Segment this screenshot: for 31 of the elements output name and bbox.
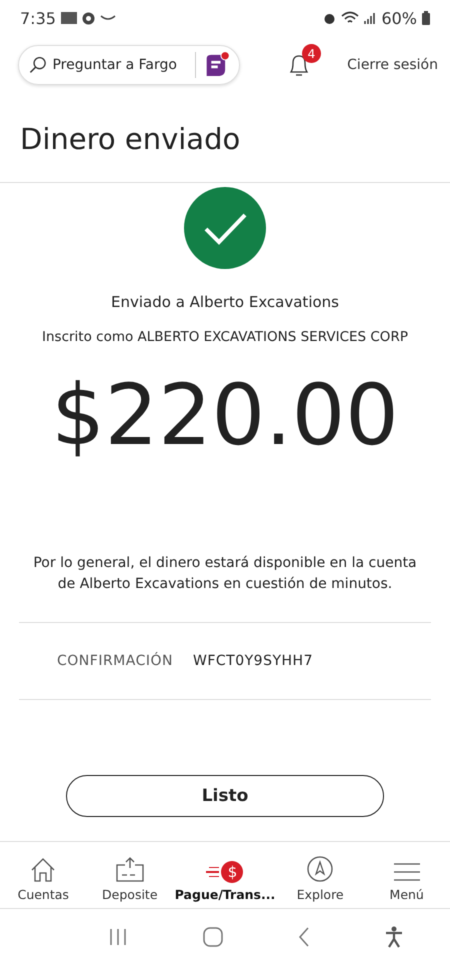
amount-text: $220.00: [51, 369, 399, 462]
logout-link[interactable]: Cierre sesión: [347, 57, 438, 73]
menu-icon: [392, 861, 421, 883]
nav-tab[interactable]: Deposite: [86, 842, 174, 908]
recipient-text: Enviado a Alberto Excavations: [111, 293, 339, 311]
back-icon[interactable]: [298, 927, 310, 947]
wifi-icon: [341, 11, 360, 25]
smile-icon: [100, 15, 116, 21]
search-icon: [29, 55, 48, 75]
status-time: 7:35: [20, 8, 56, 28]
search-bar[interactable]: Preguntar a Fargo: [18, 45, 240, 85]
confirmation-label: CONFIRMACIÓN: [57, 652, 173, 669]
registered-name-text: Inscrito como ALBERTO EXCAVATIONS SERVICES CORP: [42, 329, 408, 345]
confirmation-code: WFCT0Y9SYHH7: [192, 652, 313, 669]
nav-tab[interactable]: Cuentas: [0, 842, 87, 908]
page-title: Dinero enviado: [0, 94, 450, 183]
signal-icon: [364, 12, 376, 24]
notification-badge: 4: [302, 44, 321, 63]
availability-note: Por lo general, el dinero estará disponible en la cuenta de Alberto Excavations en cuestión de minutos.: [32, 554, 418, 594]
compass-icon: [306, 855, 334, 883]
battery-percent: 60%: [381, 8, 417, 28]
nav-tab[interactable]: Explore: [276, 842, 364, 908]
recent-apps-icon[interactable]: [108, 928, 128, 946]
accessibility-icon[interactable]: [384, 926, 402, 948]
done-button[interactable]: Listo: [66, 774, 384, 817]
nav-tab[interactable]: Menú: [363, 842, 450, 908]
home-icon[interactable]: [202, 927, 222, 947]
deposit-icon: [114, 857, 145, 883]
nav-tab[interactable]: $ Pague/Trans...: [173, 842, 277, 908]
success-check-icon: [184, 187, 266, 269]
battery-icon: [422, 11, 430, 25]
